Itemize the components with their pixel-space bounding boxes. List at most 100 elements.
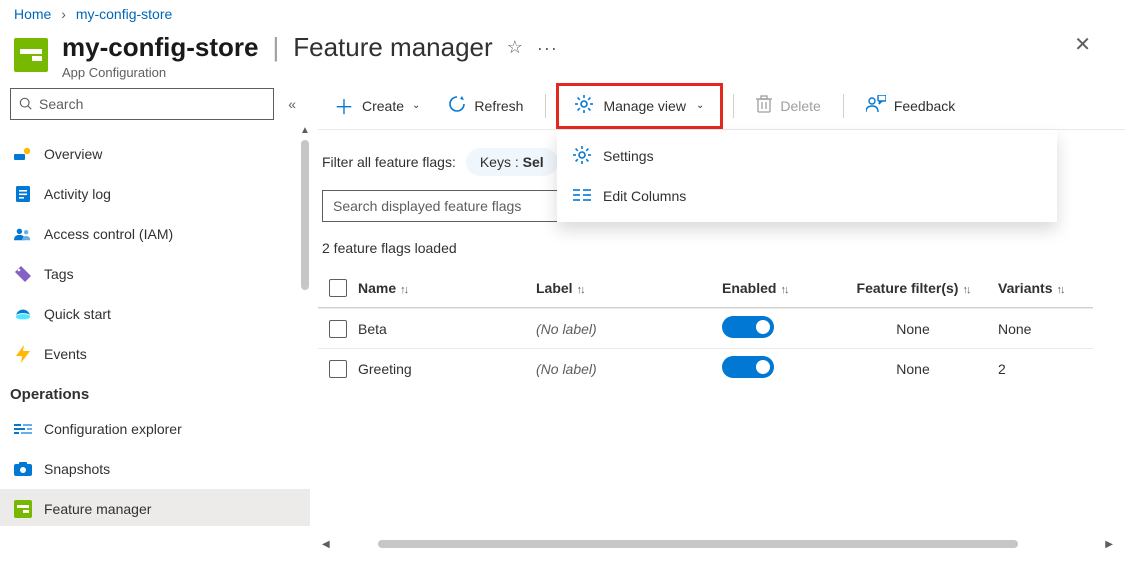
gear-icon <box>575 95 593 116</box>
cell-filters: None <box>828 321 998 337</box>
sidebar-item-access-control[interactable]: Access control (IAM) <box>0 214 310 254</box>
sidebar-search-input[interactable]: Search <box>10 88 274 120</box>
sidebar-item-label: Activity log <box>44 186 111 202</box>
scroll-track[interactable] <box>334 540 1102 548</box>
table-row[interactable]: Beta (No label) None None <box>318 308 1093 348</box>
column-header-label[interactable]: Label↑↓ <box>536 280 722 296</box>
enabled-toggle[interactable] <box>722 356 774 378</box>
title-separator: | <box>272 32 279 63</box>
app-config-icon <box>14 38 48 72</box>
sidebar-item-label: Quick start <box>44 306 111 322</box>
sort-icon: ↑↓ <box>577 284 584 296</box>
feature-flags-table: Name ↑↓ Label↑↓ Enabled↑↓ Feature filter(… <box>318 268 1093 388</box>
dropdown-edit-columns-label: Edit Columns <box>603 188 686 204</box>
scroll-right-icon[interactable]: ▶ <box>1101 539 1117 550</box>
dropdown-item-edit-columns[interactable]: Edit Columns <box>557 176 1057 216</box>
breadcrumb: Home › my-config-store <box>0 0 1125 24</box>
horizontal-scrollbar[interactable]: ◀ ▶ <box>318 537 1117 551</box>
keys-prefix: Keys : <box>480 154 523 170</box>
sidebar-item-tags[interactable]: Tags <box>0 254 310 294</box>
page-title: my-config-store <box>62 32 258 63</box>
sidebar-item-label: Configuration explorer <box>44 421 182 437</box>
chevron-down-icon: ⌄ <box>412 100 420 111</box>
sidebar-item-label: Events <box>44 346 87 362</box>
sidebar-item-configuration-explorer[interactable]: Configuration explorer <box>0 409 310 449</box>
sidebar-item-overview[interactable]: Overview <box>0 134 310 174</box>
page-header: my-config-store | Feature manager ☆ ··· … <box>0 24 1125 82</box>
dropdown-item-settings[interactable]: Settings <box>557 136 1057 176</box>
keys-value: Sel <box>523 154 544 170</box>
person-feedback-icon <box>866 95 886 116</box>
checkbox-icon <box>329 279 347 297</box>
sidebar-item-events[interactable]: Events <box>0 334 310 374</box>
sidebar-heading-operations: Operations <box>0 374 310 409</box>
scroll-thumb[interactable] <box>378 540 1018 548</box>
delete-label: Delete <box>780 98 820 114</box>
gear-icon <box>573 146 591 167</box>
sidebar-item-snapshots[interactable]: Snapshots <box>0 449 310 489</box>
dropdown-settings-label: Settings <box>603 148 654 164</box>
breadcrumb-home[interactable]: Home <box>14 6 51 22</box>
config-explorer-icon <box>14 420 32 438</box>
cell-variants: 2 <box>998 361 1088 377</box>
cell-label: (No label) <box>536 361 722 377</box>
create-button[interactable]: ＋ Create ⌄ <box>322 86 432 126</box>
chevron-down-icon: ⌄ <box>696 100 704 111</box>
refresh-label: Refresh <box>474 98 523 114</box>
create-label: Create <box>362 98 404 114</box>
filter-label: Filter all feature flags: <box>322 154 456 170</box>
column-variants-label: Variants <box>998 280 1052 296</box>
favorite-star-icon[interactable]: ☆ <box>507 37 523 58</box>
tags-icon <box>14 265 32 283</box>
column-header-variants[interactable]: Variants ↑↓ <box>998 280 1088 296</box>
scroll-up-icon[interactable]: ▲ <box>300 126 310 136</box>
feedback-button[interactable]: Feedback <box>854 86 967 126</box>
delete-button[interactable]: Delete <box>744 86 832 126</box>
sidebar-item-feature-manager[interactable]: Feature manager <box>0 489 310 526</box>
snapshots-icon <box>14 460 32 478</box>
overview-icon <box>14 145 32 163</box>
toolbar-separator <box>843 94 844 118</box>
manage-view-label: Manage view <box>603 98 686 114</box>
trash-icon <box>756 95 772 116</box>
column-header-name[interactable]: Name ↑↓ <box>358 280 536 296</box>
sidebar-item-label: Feature manager <box>44 501 151 517</box>
row-checkbox[interactable] <box>318 320 358 338</box>
flags-count: 2 feature flags loaded <box>318 222 1125 268</box>
page-subtitle: App Configuration <box>62 65 1074 80</box>
toolbar-separator <box>545 94 546 118</box>
sort-icon: ↑↓ <box>1056 284 1063 296</box>
activity-log-icon <box>14 185 32 203</box>
sort-icon: ↑↓ <box>400 284 407 296</box>
more-actions-icon[interactable]: ··· <box>537 39 558 57</box>
cell-label: (No label) <box>536 321 722 337</box>
select-all-checkbox[interactable] <box>318 279 358 297</box>
sidebar-search-placeholder: Search <box>39 96 83 112</box>
feature-manager-icon <box>14 500 32 518</box>
refresh-button[interactable]: Refresh <box>436 86 535 126</box>
sidebar-item-activity-log[interactable]: Activity log <box>0 174 310 214</box>
column-name-label: Name <box>358 280 396 296</box>
cell-name: Beta <box>358 321 536 337</box>
column-header-enabled[interactable]: Enabled↑↓ <box>722 280 828 296</box>
sidebar-item-quick-start[interactable]: Quick start <box>0 294 310 334</box>
close-icon[interactable]: ✕ <box>1074 32 1111 57</box>
main-content: ＋ Create ⌄ Refresh Manage view ⌄ <box>310 82 1125 551</box>
collapse-sidebar-icon[interactable]: « <box>284 92 300 116</box>
sidebar-nav: Overview Activity log Access control (IA… <box>0 126 310 526</box>
row-checkbox[interactable] <box>318 360 358 378</box>
scroll-thumb[interactable] <box>301 140 309 290</box>
breadcrumb-store[interactable]: my-config-store <box>76 6 172 22</box>
scroll-left-icon[interactable]: ◀ <box>318 539 334 550</box>
table-row[interactable]: Greeting (No label) None 2 <box>318 348 1093 388</box>
enabled-toggle[interactable] <box>722 316 774 338</box>
column-filters-label: Feature filter(s) <box>857 280 959 296</box>
manage-view-button[interactable]: Manage view ⌄ <box>561 88 718 124</box>
checkbox-icon <box>329 360 347 378</box>
sidebar-scrollbar[interactable]: ▲ <box>300 126 310 526</box>
column-header-filters[interactable]: Feature filter(s)↑↓ <box>828 280 998 296</box>
manage-view-dropdown: Settings Edit Columns <box>557 130 1057 222</box>
keys-filter-pill[interactable]: Keys : Sel <box>466 148 558 176</box>
sidebar-item-label: Access control (IAM) <box>44 226 173 242</box>
manage-view-highlight: Manage view ⌄ <box>556 83 723 129</box>
